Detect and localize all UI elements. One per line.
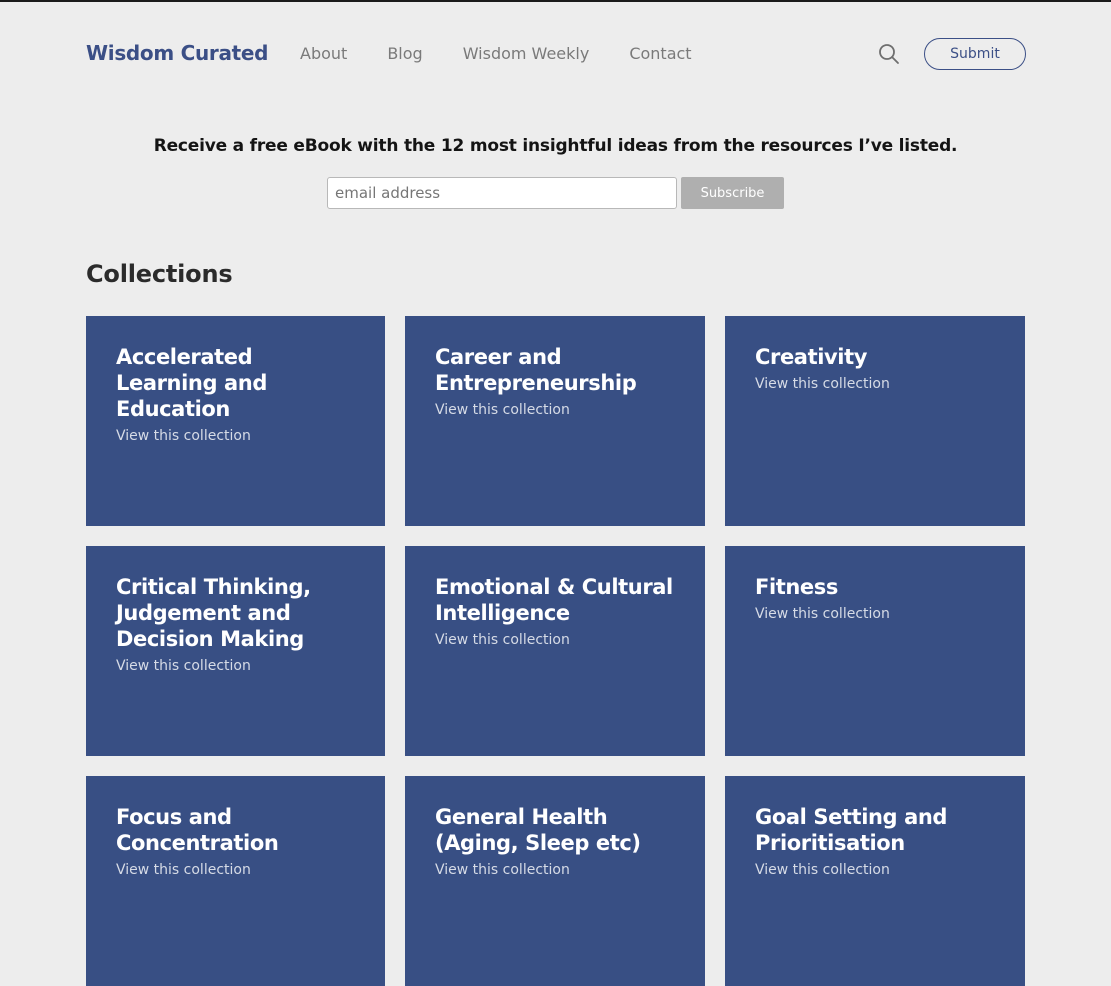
collection-title: Critical Thinking, Judgement and Decisio… bbox=[116, 575, 311, 651]
collection-title: Goal Setting and Prioritisation bbox=[755, 805, 948, 855]
view-collection-link[interactable]: View this collection bbox=[755, 606, 890, 622]
nav-item-about[interactable]: About bbox=[300, 44, 347, 63]
collection-card[interactable]: Emotional & Cultural Intelligence View t… bbox=[405, 546, 705, 756]
collection-card[interactable]: Creativity View this collection bbox=[725, 316, 1025, 526]
submit-button[interactable]: Submit bbox=[924, 38, 1026, 70]
nav-item-contact[interactable]: Contact bbox=[629, 44, 691, 63]
view-collection-link[interactable]: View this collection bbox=[435, 862, 570, 878]
collection-title: General Health (Aging, Sleep etc) bbox=[435, 805, 641, 855]
collections-heading: Collections bbox=[86, 260, 233, 288]
collection-title: Focus and Concentration bbox=[116, 805, 279, 855]
collection-title: Creativity bbox=[755, 345, 868, 369]
view-collection-link[interactable]: View this collection bbox=[755, 376, 890, 392]
ebook-promo-text: Receive a free eBook with the 12 most in… bbox=[153, 136, 958, 156]
main-nav: About Blog Wisdom Weekly Contact bbox=[300, 44, 732, 63]
search-icon[interactable] bbox=[878, 43, 900, 65]
collection-card[interactable]: Fitness View this collection bbox=[725, 546, 1025, 756]
view-collection-link[interactable]: View this collection bbox=[755, 862, 890, 878]
nav-item-blog[interactable]: Blog bbox=[387, 44, 422, 63]
collection-card[interactable]: General Health (Aging, Sleep etc) View t… bbox=[405, 776, 705, 986]
collection-card[interactable]: Career and Entrepreneurship View this co… bbox=[405, 316, 705, 526]
view-collection-link[interactable]: View this collection bbox=[116, 658, 251, 674]
view-collection-link[interactable]: View this collection bbox=[435, 402, 570, 418]
view-collection-link[interactable]: View this collection bbox=[435, 632, 570, 648]
subscribe-button[interactable]: Subscribe bbox=[681, 177, 784, 209]
collections-grid: Accelerated Learning and Education View … bbox=[86, 316, 1025, 986]
collection-title: Career and Entrepreneurship bbox=[435, 345, 637, 395]
collection-card[interactable]: Accelerated Learning and Education View … bbox=[86, 316, 385, 526]
view-collection-link[interactable]: View this collection bbox=[116, 862, 251, 878]
subscribe-form: Subscribe bbox=[327, 177, 784, 209]
email-input[interactable] bbox=[327, 177, 677, 209]
collection-card[interactable]: Critical Thinking, Judgement and Decisio… bbox=[86, 546, 385, 756]
collection-title: Accelerated Learning and Education bbox=[116, 345, 267, 421]
view-collection-link[interactable]: View this collection bbox=[116, 428, 251, 444]
site-header: Wisdom Curated About Blog Wisdom Weekly … bbox=[86, 38, 1026, 70]
collection-card[interactable]: Focus and Concentration View this collec… bbox=[86, 776, 385, 986]
nav-item-wisdom-weekly[interactable]: Wisdom Weekly bbox=[463, 44, 590, 63]
collection-title: Emotional & Cultural Intelligence bbox=[435, 575, 673, 625]
brand-logo[interactable]: Wisdom Curated bbox=[86, 41, 269, 65]
collection-card[interactable]: Goal Setting and Prioritisation View thi… bbox=[725, 776, 1025, 986]
collection-title: Fitness bbox=[755, 575, 838, 599]
